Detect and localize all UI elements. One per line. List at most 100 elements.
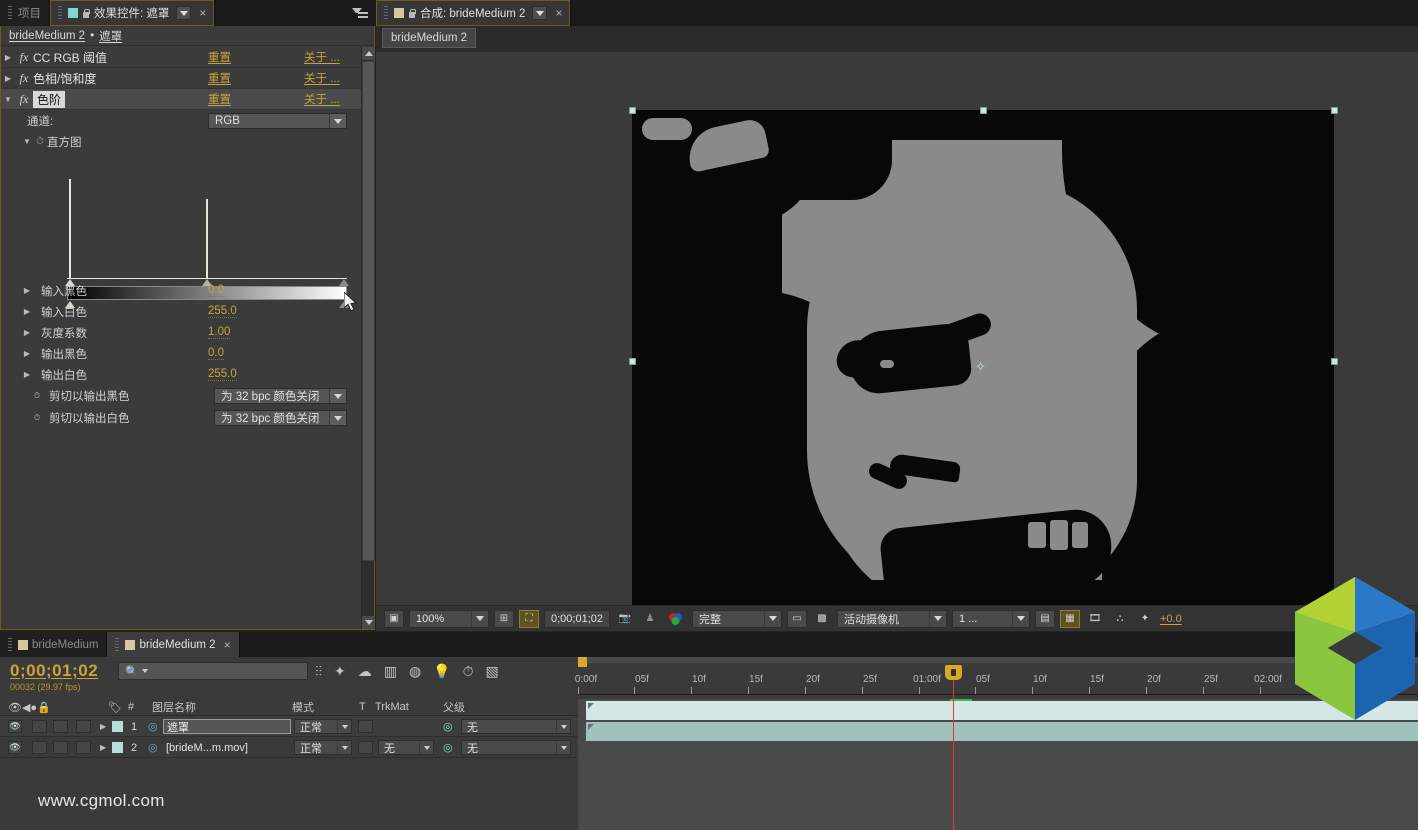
- layer-visibility-toggle[interactable]: 👁: [8, 741, 22, 754]
- param-value[interactable]: 255.0: [208, 305, 237, 318]
- channel-rgb-icon[interactable]: [665, 610, 687, 628]
- scrollbar-thumb[interactable]: [362, 61, 375, 561]
- composition-viewport[interactable]: ✧: [376, 52, 1418, 605]
- view-layout-combo[interactable]: 1 ...: [952, 610, 1030, 628]
- hide-shy-icon[interactable]: ▧: [486, 659, 499, 683]
- timeline-jump-button[interactable]: 🎞: [1085, 610, 1105, 628]
- tab-dropdown-button[interactable]: [532, 6, 547, 20]
- layer-mode-combo[interactable]: 正常: [294, 740, 352, 755]
- layer-label-color[interactable]: [112, 721, 123, 732]
- layer-solo-toggle[interactable]: [53, 741, 68, 754]
- reset-link[interactable]: 重置: [208, 70, 231, 86]
- selection-handle-tl[interactable]: [629, 107, 636, 114]
- show-snapshot-icon[interactable]: ♟: [640, 610, 660, 628]
- parent-pickwhip-icon[interactable]: ◎: [443, 716, 453, 737]
- table-row[interactable]: 👁 ▶ 2 ◎ [brideM...m.mov] 正常 无 ◎ 无: [0, 737, 578, 758]
- about-link[interactable]: 关于 ...: [304, 70, 340, 86]
- param-value[interactable]: 1.00: [208, 326, 230, 339]
- collapse-triangle-icon[interactable]: ▼: [1, 95, 15, 104]
- frame-blend-icon[interactable]: ▥: [384, 659, 397, 683]
- layer-trkmat-combo[interactable]: 无: [378, 740, 434, 755]
- param-value[interactable]: 0.0: [208, 284, 224, 297]
- param-value[interactable]: 0.0: [208, 347, 224, 360]
- expand-triangle-icon[interactable]: ▶: [21, 307, 33, 316]
- tab-dropdown-button[interactable]: [176, 6, 191, 20]
- layer-expand-triangle-icon[interactable]: ▶: [100, 716, 106, 737]
- clip-output-black-dropdown[interactable]: 为 32 bpc 颜色关闭: [214, 388, 347, 404]
- search-input[interactable]: 🔍: [118, 662, 308, 680]
- effect-panel-scrollbar[interactable]: [361, 47, 374, 629]
- layer-name[interactable]: [brideM...m.mov]: [166, 737, 248, 758]
- comp-flowchart-button[interactable]: ⛬: [1110, 610, 1130, 628]
- stopwatch-icon[interactable]: ⏱: [33, 136, 47, 147]
- param-row-gamma[interactable]: ▶ 灰度系数 1.00: [1, 322, 361, 343]
- effect-row-levels[interactable]: ▼ fx 色阶 重置 关于 ...: [1, 89, 361, 110]
- region-of-interest-button[interactable]: ⛶: [519, 610, 539, 628]
- param-value[interactable]: 255.0: [208, 368, 237, 381]
- comp-current-time[interactable]: 0;00;01;02: [544, 610, 610, 628]
- layer-preserve-transparency-toggle[interactable]: [358, 741, 373, 754]
- collapse-triangle-icon[interactable]: ▼: [21, 137, 33, 146]
- layer-mode-combo[interactable]: 正常: [294, 719, 352, 734]
- tab-effect-controls[interactable]: 效果控件: 遮罩 ×: [50, 0, 215, 26]
- tab-timeline-bridemedium[interactable]: brideMedium: [0, 632, 107, 657]
- effect-row-hue-saturation[interactable]: ▶ fx 色相/饱和度 重置 关于 ...: [1, 68, 361, 89]
- graph-editor-icon[interactable]: ⫶⫶: [315, 659, 322, 683]
- expand-triangle-icon[interactable]: ▶: [1, 53, 15, 62]
- expand-triangle-icon[interactable]: ▶: [21, 349, 33, 358]
- region-preview-button[interactable]: ▭: [787, 610, 807, 628]
- param-row-output-white[interactable]: ▶ 输出白色 255.0: [1, 364, 361, 385]
- layer-preserve-transparency-toggle[interactable]: [358, 720, 373, 733]
- auto-keyframe-icon[interactable]: ⏱: [463, 659, 474, 683]
- pixel-aspect-correction-button[interactable]: ▤: [1035, 610, 1055, 628]
- layer-name-input[interactable]: 遮罩: [163, 719, 291, 734]
- effect-panel-menu-button[interactable]: [344, 0, 376, 26]
- channel-dropdown[interactable]: RGB: [208, 113, 347, 129]
- anchor-point-icon[interactable]: ✧: [974, 360, 987, 373]
- layer-visibility-toggle[interactable]: 👁: [8, 720, 22, 733]
- selection-handle-tc[interactable]: [980, 107, 987, 114]
- grid-guides-button[interactable]: ⊞: [494, 610, 514, 628]
- expand-triangle-icon[interactable]: ▶: [21, 286, 33, 295]
- motion-blur-3d-icon[interactable]: ✦: [334, 659, 346, 683]
- param-row-input-black[interactable]: ▶ 输入黑色 0.0: [1, 280, 361, 301]
- close-icon[interactable]: ×: [224, 638, 231, 652]
- transparency-grid-button[interactable]: ▩: [812, 610, 832, 628]
- clip-output-white-dropdown[interactable]: 为 32 bpc 颜色关闭: [214, 410, 347, 426]
- expand-triangle-icon[interactable]: ▶: [21, 370, 33, 379]
- composition-preview-image[interactable]: [632, 110, 1334, 605]
- effect-row-cc-rgb-threshold[interactable]: ▶ fx CC RGB 阈值 重置 关于 ...: [1, 47, 361, 68]
- levels-histogram[interactable]: [1, 151, 361, 276]
- tab-project[interactable]: 项目: [0, 0, 50, 26]
- layer-expand-triangle-icon[interactable]: ▶: [100, 737, 106, 758]
- zoom-level-combo[interactable]: 100%: [409, 610, 489, 628]
- layer-audio-toggle[interactable]: [32, 741, 47, 754]
- selection-handle-ml[interactable]: [629, 358, 636, 365]
- draft-3d-icon[interactable]: ◍: [409, 659, 421, 683]
- timeline-current-time[interactable]: 0;00;01;02: [10, 661, 98, 681]
- selection-handle-tr[interactable]: [1331, 107, 1338, 114]
- work-area-start-handle[interactable]: [578, 657, 587, 667]
- exposure-reset-icon[interactable]: ✦: [1135, 610, 1155, 628]
- resolution-combo[interactable]: 完整: [692, 610, 782, 628]
- breadcrumb[interactable]: brideMedium 2: [382, 28, 476, 48]
- always-preview-button[interactable]: ▣: [384, 610, 404, 628]
- selection-handle-mr[interactable]: [1331, 358, 1338, 365]
- scroll-up-button[interactable]: [362, 47, 375, 60]
- about-link[interactable]: 关于 ...: [304, 49, 340, 65]
- close-icon[interactable]: ×: [199, 6, 206, 20]
- table-row[interactable]: 👁 ▶ 1 ◎ 遮罩 正常 ◎ 无: [0, 716, 578, 737]
- expand-triangle-icon[interactable]: ▶: [1, 74, 15, 83]
- exposure-value[interactable]: +0.0: [1160, 613, 1182, 625]
- layer-label-color[interactable]: [112, 742, 123, 753]
- histogram-plot[interactable]: [67, 161, 347, 279]
- close-icon[interactable]: ×: [555, 6, 562, 20]
- fast-previews-button[interactable]: ▦: [1060, 610, 1080, 628]
- stopwatch-icon[interactable]: ⏱: [31, 413, 43, 423]
- tab-timeline-bridemedium-2[interactable]: brideMedium 2 ×: [107, 632, 239, 657]
- layer-lock-toggle[interactable]: [76, 741, 91, 754]
- layer-audio-toggle[interactable]: [32, 720, 47, 733]
- expand-triangle-icon[interactable]: ▶: [21, 328, 33, 337]
- param-row-output-black[interactable]: ▶ 输出黑色 0.0: [1, 343, 361, 364]
- layer-solo-toggle[interactable]: [53, 720, 68, 733]
